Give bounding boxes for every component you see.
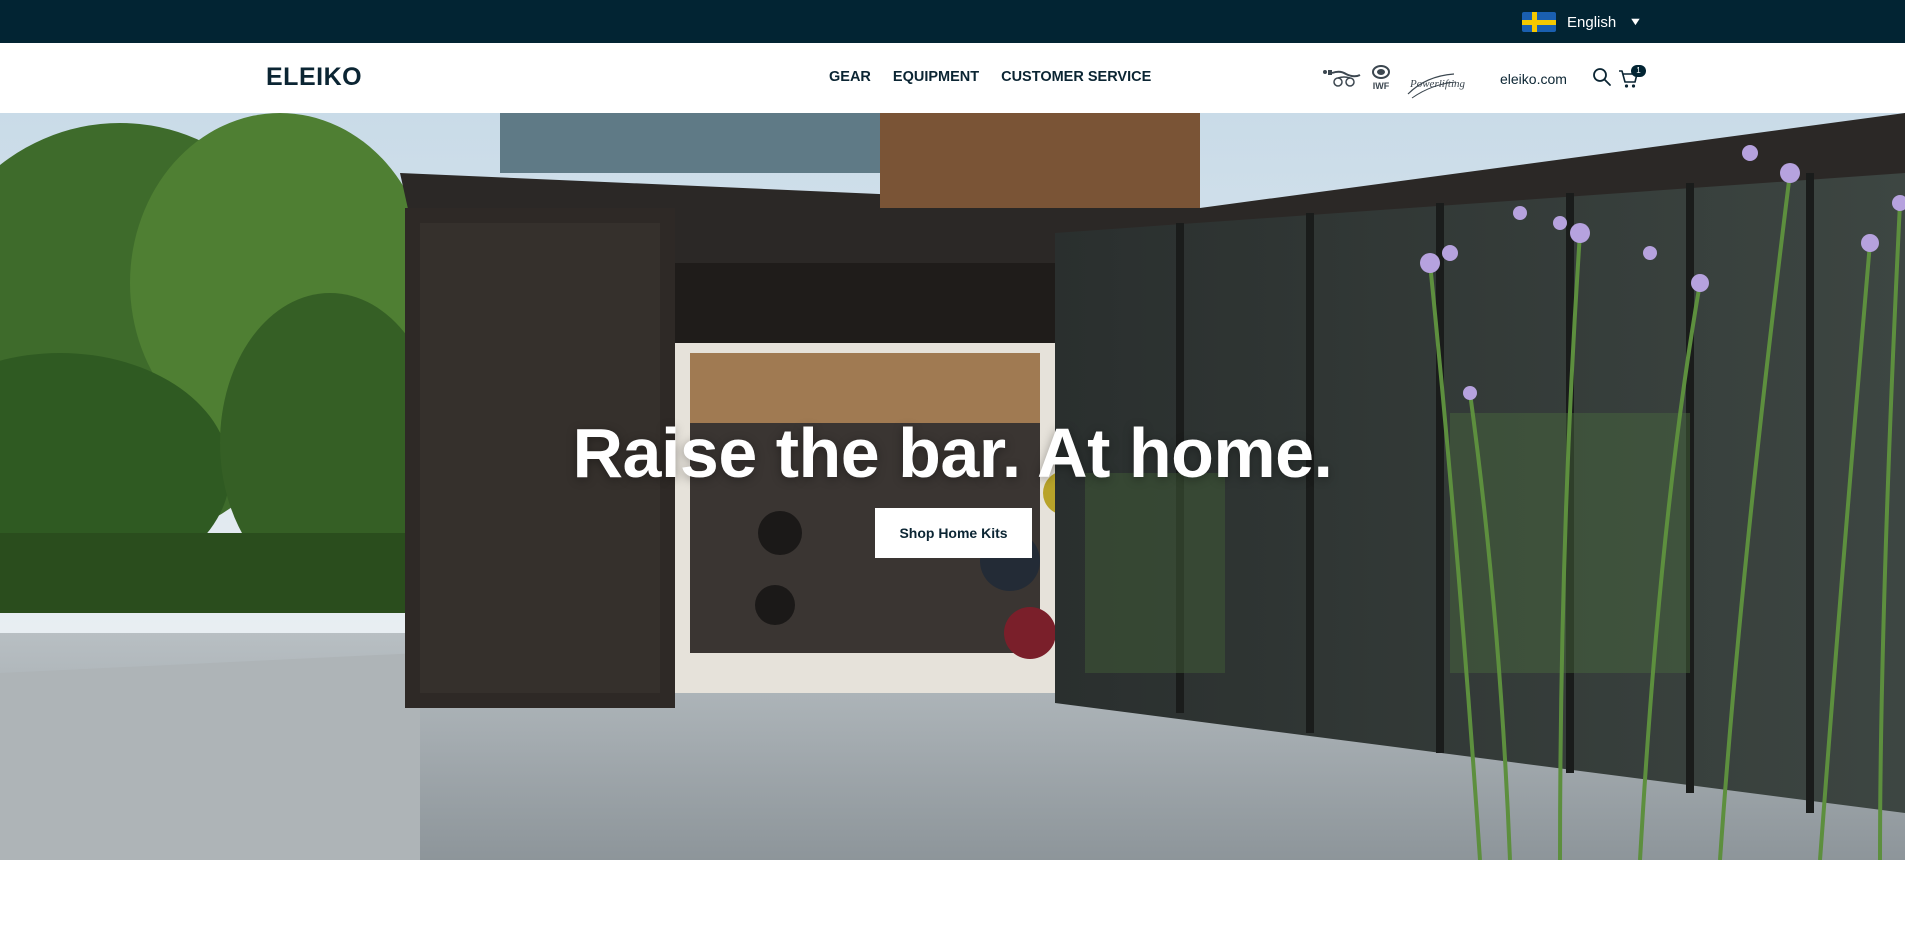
cart-button[interactable]: 1 bbox=[1618, 65, 1648, 89]
search-icon bbox=[1593, 68, 1611, 86]
search-button[interactable] bbox=[1592, 67, 1612, 87]
nav-item-equipment[interactable]: EQUIPMENT bbox=[893, 69, 979, 85]
partner-logos: IWF Powerlifting bbox=[1322, 60, 1465, 99]
eleiko-logo[interactable]: ELEIKO bbox=[266, 63, 362, 92]
cart-count-badge: 1 bbox=[1631, 65, 1646, 77]
paralympic-logo[interactable] bbox=[1322, 66, 1362, 90]
language-selector[interactable]: English ▼ bbox=[1522, 11, 1643, 33]
chevron-down-icon: ▼ bbox=[1628, 16, 1643, 28]
iwf-logo-text: IWF bbox=[1372, 81, 1390, 91]
world-para-powerlifting-logo[interactable]: Powerlifting bbox=[1404, 72, 1465, 99]
powerlifting-label: Powerlifting bbox=[1410, 78, 1465, 90]
eleiko-com-link[interactable]: eleiko.com bbox=[1500, 71, 1567, 87]
shop-home-kits-button[interactable]: Shop Home Kits bbox=[875, 508, 1032, 558]
sweden-flag-icon bbox=[1522, 12, 1556, 32]
site-header: ELEIKO GEAR EQUIPMENT CUSTOMER SERVICE I… bbox=[0, 43, 1905, 113]
top-utility-bar: English ▼ bbox=[0, 0, 1905, 43]
iwf-logo[interactable]: IWF bbox=[1372, 65, 1390, 91]
iwf-rings-icon bbox=[1372, 65, 1390, 79]
nav-item-gear[interactable]: GEAR bbox=[829, 69, 871, 85]
language-label: English bbox=[1567, 13, 1617, 31]
hero-title: Raise the bar. At home. bbox=[572, 414, 1333, 492]
nav-item-customer-service[interactable]: CUSTOMER SERVICE bbox=[1001, 69, 1151, 85]
main-navigation: GEAR EQUIPMENT CUSTOMER SERVICE bbox=[829, 69, 1151, 85]
paralympic-logo-icon bbox=[1323, 70, 1361, 87]
hero-banner: Raise the bar. At home. Shop Home Kits bbox=[0, 113, 1905, 860]
